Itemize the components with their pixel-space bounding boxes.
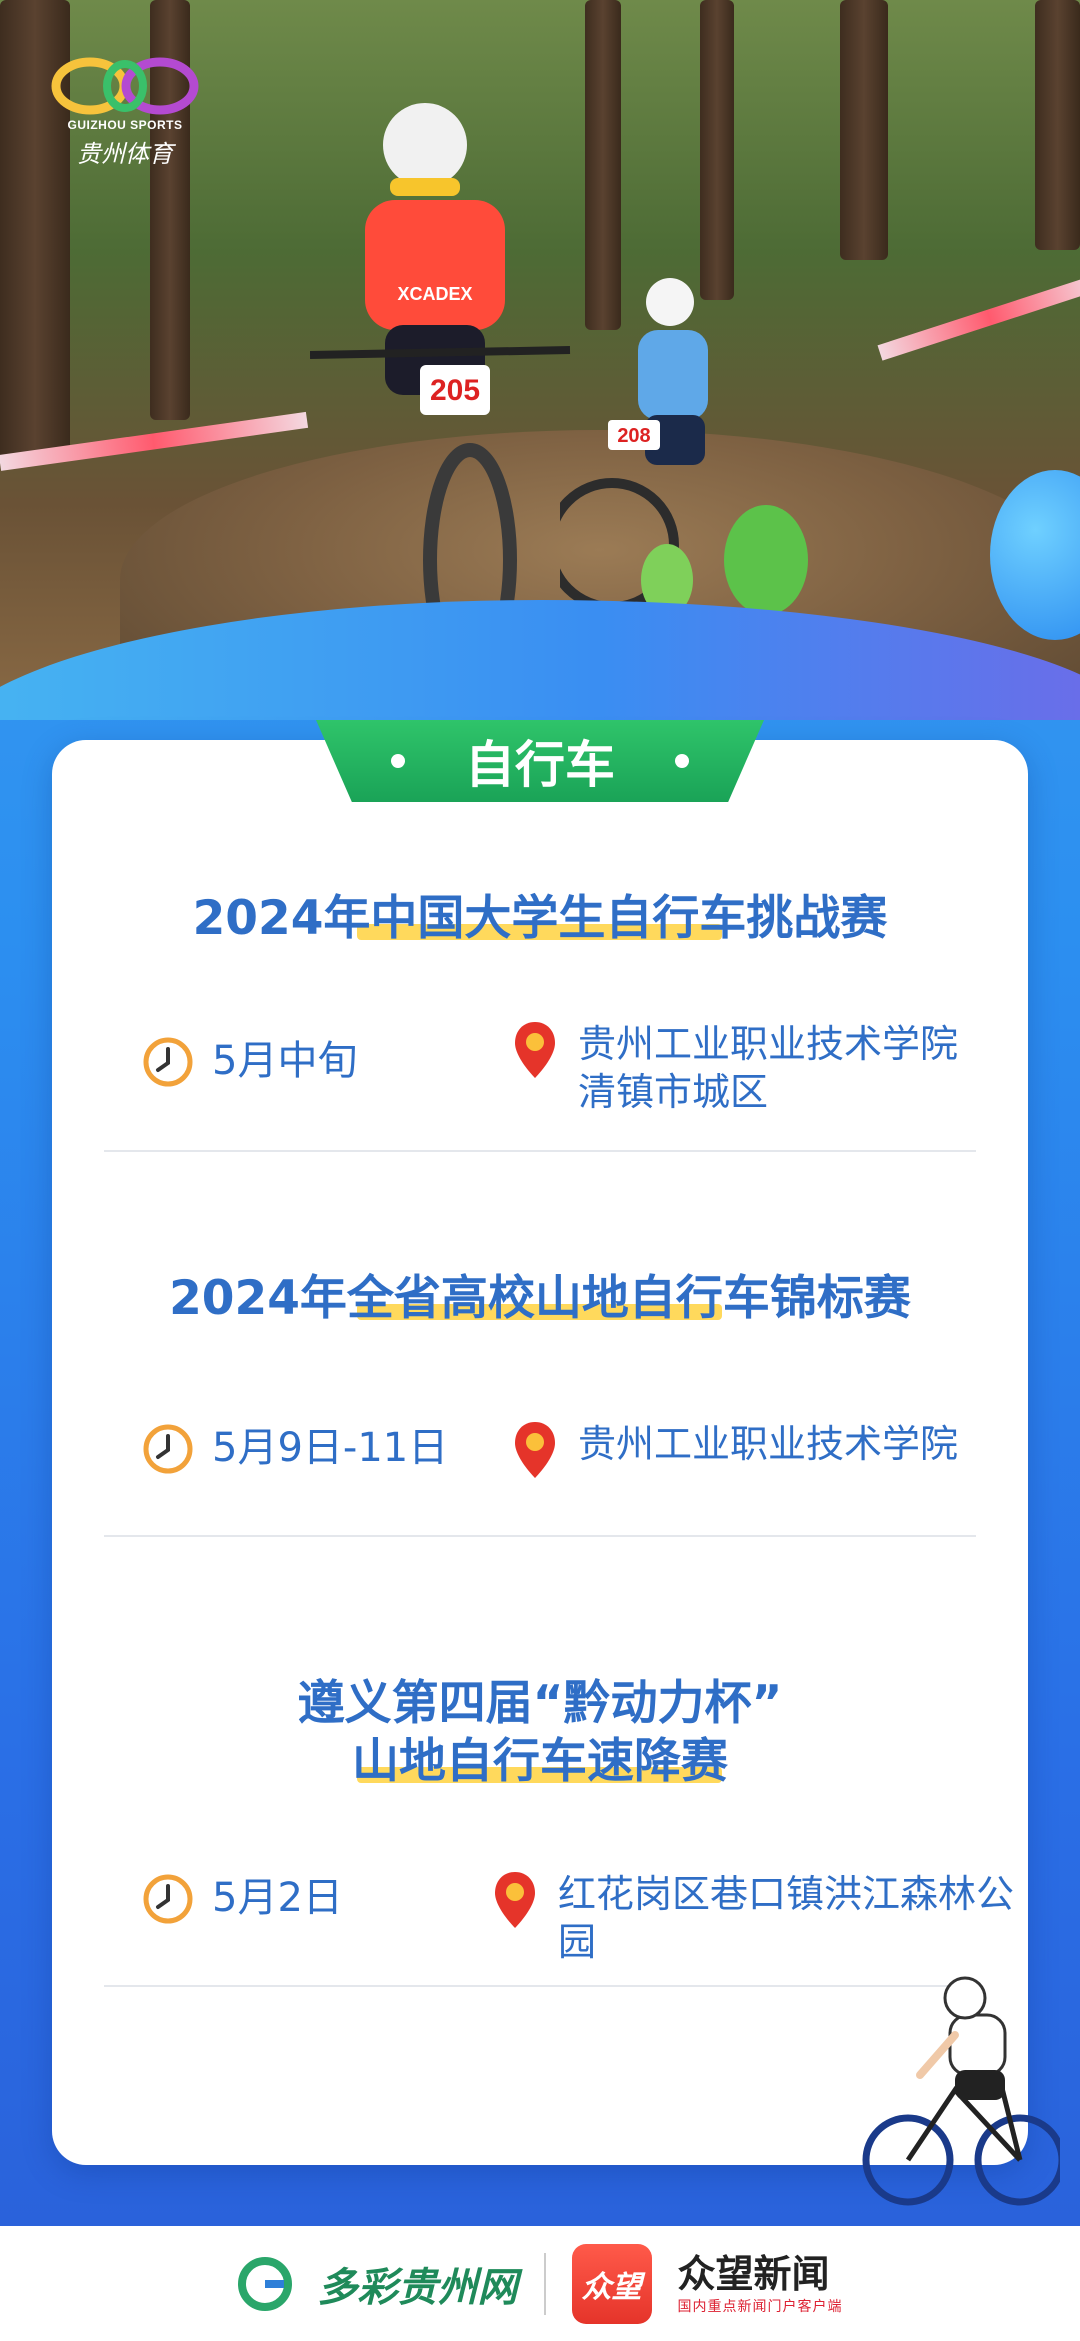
guizhou-sports-logo: GUIZHOU SPORTS 贵州体育 [50,56,200,169]
event-title: 2024年中国大学生自行车挑战赛 [192,891,888,946]
event-title: 2024年全省高校山地自行车锦标赛 [169,1271,911,1326]
event-date: 5月2日 [212,1875,343,1921]
divider [104,1150,976,1152]
footer-brand-sub: 国内重点新闻门户客户端 [677,2298,843,2315]
location-pin-icon [515,1422,555,1478]
event-item: 2024年全省高校山地自行车锦标赛 [52,1270,1028,1328]
tab-dot [675,754,689,768]
bib-second: 208 [617,425,650,447]
event-location-row: 贵州工业职业技术学院 [512,1420,958,1480]
jersey-text: XCADEX [397,284,472,304]
event-card: 2024年中国大学生自行车挑战赛 5月中旬 贵州工业职业技术学院 清镇市城区 2… [52,740,1028,2165]
event-date-row: 5月2日 [142,1873,343,1925]
divider [104,1985,976,1987]
event-location-line: 贵州工业职业技术学院 [578,1422,959,1466]
logo-en-text: GUIZHOU SPORTS [67,118,183,132]
event-title: 遵义第四届“黔动力杯” [297,1676,783,1731]
location-pin-icon [495,1872,535,1928]
footer-brand-zhongwang: 众望新闻 [677,2250,830,2296]
event-location-line: 红花岗区巷口镇洪江森林公园 [558,1872,1015,1964]
logo-cn-text: 贵州体育 [77,140,173,168]
tab-dot [391,754,405,768]
location-pin-icon [515,1022,555,1078]
section-tab-label: 自行车 [465,736,615,794]
bib-main: 205 [430,374,480,407]
event-date-row: 5月中旬 [142,1036,357,1088]
g-logo-icon [237,2256,292,2311]
event-title: 山地自行车速降赛 [352,1734,728,1789]
footer-separator [543,2252,546,2315]
cyclist-illustration [862,1976,1060,2206]
section-tab: 自行车 [316,720,764,802]
divider [104,1535,976,1537]
event-date: 5月中旬 [212,1038,358,1084]
clock-icon [143,1424,193,1474]
clock-icon [143,1037,193,1087]
footer: 多彩贵州网 众望 众望新闻 国内重点新闻门户客户端 [0,2226,1080,2341]
event-location-row: 贵州工业职业技术学院 清镇市城区 [512,1020,958,1116]
event-date-row: 5月9日-11日 [142,1423,448,1475]
event-date: 5月9日-11日 [212,1425,449,1471]
event-item: 遵义第四届“黔动力杯” 山地自行车速降赛 [52,1675,1028,1791]
event-location-row: 红花岗区巷口镇洪江森林公园 [492,1870,1028,1966]
event-location-line: 贵州工业职业技术学院 [578,1022,959,1066]
footer-brand-dcgz: 多彩贵州网 [317,2263,518,2311]
zhongwang-text: 众望新闻 国内重点新闻门户客户端 [677,2250,843,2316]
logo-rings-icon [51,57,199,115]
event-location-line: 清镇市城区 [578,1070,769,1114]
clock-icon [143,1874,193,1924]
event-item: 2024年中国大学生自行车挑战赛 [52,890,1028,948]
zhongwang-badge-icon: 众望 [571,2243,652,2324]
hero-photo: 208 XCADEX 205 GUIZHOU SPORTS 贵州体育 [0,0,1080,720]
